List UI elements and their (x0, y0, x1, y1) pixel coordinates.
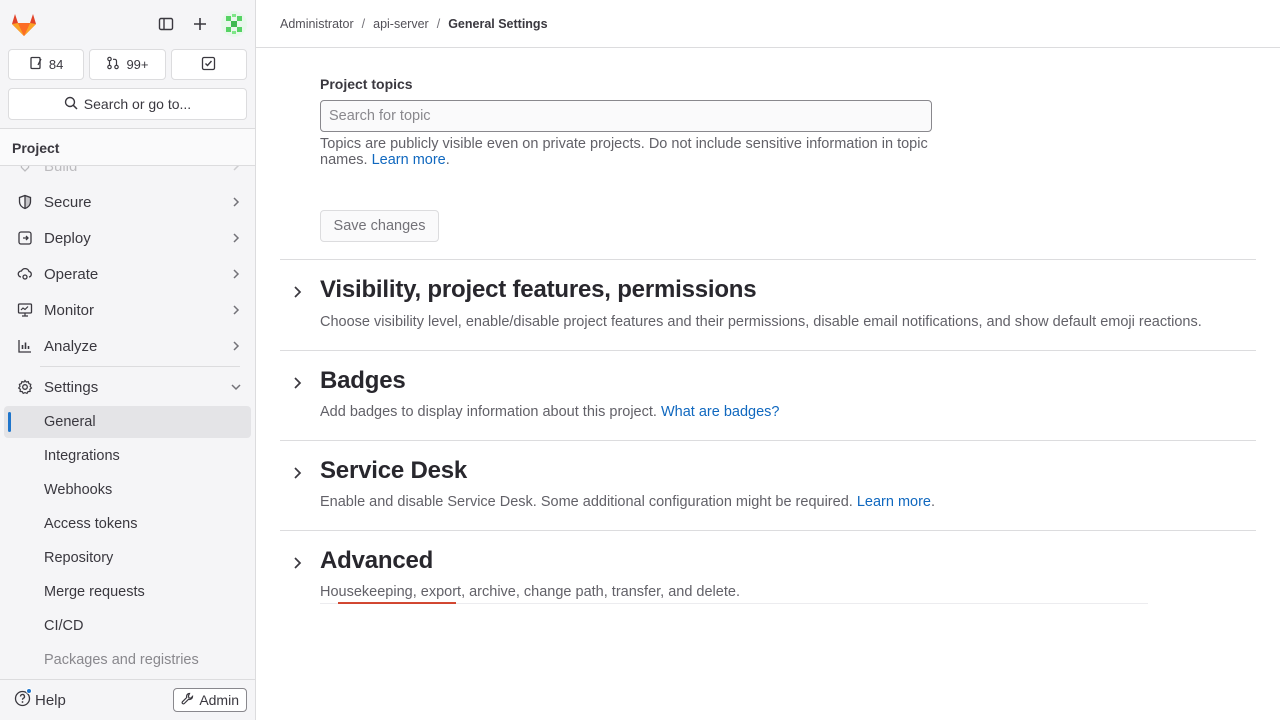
monitor-icon (4, 302, 44, 318)
help-button[interactable]: Help (14, 687, 66, 711)
spellcheck-underline (338, 602, 456, 604)
what-are-badges-link[interactable]: What are badges? (661, 404, 780, 420)
issues-count-button[interactable]: 84 (8, 49, 85, 80)
todo-button[interactable] (170, 49, 247, 80)
nav-item-build[interactable]: Build (4, 166, 251, 182)
chevron-down-icon (221, 381, 251, 393)
settings-item-general[interactable]: General (4, 406, 251, 438)
expand-chevron-icon[interactable] (288, 464, 306, 482)
section-service-desk: Service Desk Enable and disable Service … (280, 440, 1256, 530)
chevron-right-icon (221, 268, 251, 280)
nav-item-monitor[interactable]: Monitor (4, 294, 251, 326)
section-description: Choose visibility level, enable/disable … (320, 314, 1202, 330)
admin-label: Admin (199, 692, 239, 708)
todo-check-icon (201, 56, 216, 74)
chevron-right-icon (221, 304, 251, 316)
section-title[interactable]: Advanced (320, 547, 433, 575)
nav-divider (40, 366, 240, 367)
sidebar-nav: Build Secure Deploy Operate Monitor Anal… (0, 166, 255, 679)
settings-item-ci-cd[interactable]: CI/CD (4, 610, 251, 642)
section-description: Enable and disable Service Desk. Some ad… (320, 494, 936, 510)
settings-item-integrations[interactable]: Integrations (4, 440, 251, 472)
section-badges: Badges Add badges to display information… (280, 350, 1256, 440)
chart-icon (4, 338, 44, 354)
section-title[interactable]: Service Desk (320, 457, 467, 485)
chevron-right-icon (221, 340, 251, 352)
plus-icon[interactable] (185, 9, 215, 39)
expand-chevron-icon[interactable] (288, 374, 306, 392)
breadcrumb-separator: / (361, 16, 366, 31)
breadcrumb: Administrator / api-server / General Set… (256, 0, 1280, 48)
expand-chevron-icon[interactable] (288, 283, 306, 301)
breadcrumb-item-project[interactable]: api-server (373, 17, 429, 31)
settings-item-access-tokens[interactable]: Access tokens (4, 508, 251, 540)
settings-item-webhooks[interactable]: Webhooks (4, 474, 251, 506)
issues-count: 84 (48, 57, 64, 72)
wrench-icon (181, 692, 194, 708)
settings-item-repository[interactable]: Repository (4, 542, 251, 574)
nav-item-deploy[interactable]: Deploy (4, 222, 251, 254)
breadcrumb-item-administrator[interactable]: Administrator (280, 17, 354, 31)
topics-learn-more-link[interactable]: Learn more (372, 152, 446, 168)
section-title[interactable]: Visibility, project features, permission… (320, 276, 757, 304)
chevron-right-icon (221, 232, 251, 244)
topics-help-text: Topics are publicly visible even on priv… (320, 136, 928, 168)
shield-icon (4, 194, 44, 210)
settings-item-packages-and-registries[interactable]: Packages and registries (4, 644, 251, 676)
section-description: Add badges to display information about … (320, 404, 780, 420)
search-icon (64, 96, 78, 113)
issues-icon (29, 56, 43, 73)
sidebar-counts: 84 99+ (0, 49, 255, 80)
nav-item-analyze[interactable]: Analyze (4, 330, 251, 362)
topics-placeholder: Search for topic (329, 108, 431, 124)
gitlab-logo-icon[interactable] (10, 10, 38, 38)
context-label: Project (0, 128, 255, 166)
search-label: Search or go to... (83, 96, 192, 112)
help-label: Help (35, 691, 66, 709)
rocket-icon (4, 166, 44, 174)
settings-item-merge-requests[interactable]: Merge requests (4, 576, 251, 608)
section-visibility: Visibility, project features, permission… (280, 259, 1256, 350)
merge-requests-count-button[interactable]: 99+ (89, 49, 166, 80)
deploy-icon (4, 230, 44, 246)
section-title[interactable]: Badges (320, 367, 406, 395)
breadcrumb-separator: / (436, 16, 441, 31)
merge-requests-count: 99+ (126, 57, 149, 72)
search-button[interactable]: Search or go to... (8, 88, 247, 120)
nav-item-operate[interactable]: Operate (4, 258, 251, 290)
nav-item-settings[interactable]: Settings (4, 371, 251, 403)
sidebar-footer: Help Admin (0, 679, 255, 720)
save-changes-button[interactable]: Save changes (320, 210, 439, 242)
cloud-gear-icon (4, 266, 44, 282)
admin-button[interactable]: Admin (173, 688, 247, 712)
nav-item-secure[interactable]: Secure (4, 186, 251, 218)
sidebar: 84 99+ Search or go to... Project Build … (0, 0, 256, 720)
topics-search-input[interactable]: Search for topic (320, 100, 932, 132)
notification-dot (26, 687, 32, 694)
breadcrumb-current[interactable]: General Settings (448, 17, 547, 31)
section-advanced: Advanced Housekeeping, export, archive, … (280, 530, 1256, 610)
project-topics-label: Project topics (320, 76, 413, 92)
chevron-right-icon (221, 196, 251, 208)
sidebar-toggle-icon[interactable] (151, 9, 181, 39)
sidebar-header (0, 0, 255, 48)
merge-request-icon (106, 56, 120, 73)
chevron-right-icon (221, 166, 251, 172)
section-description: Housekeeping, export, archive, change pa… (320, 584, 740, 600)
avatar[interactable] (221, 11, 247, 37)
service-desk-learn-more-link[interactable]: Learn more (857, 494, 931, 510)
main-content: Project topics Search for topic Topics a… (256, 48, 1280, 720)
gear-icon (4, 379, 44, 395)
expand-chevron-icon[interactable] (288, 554, 306, 572)
